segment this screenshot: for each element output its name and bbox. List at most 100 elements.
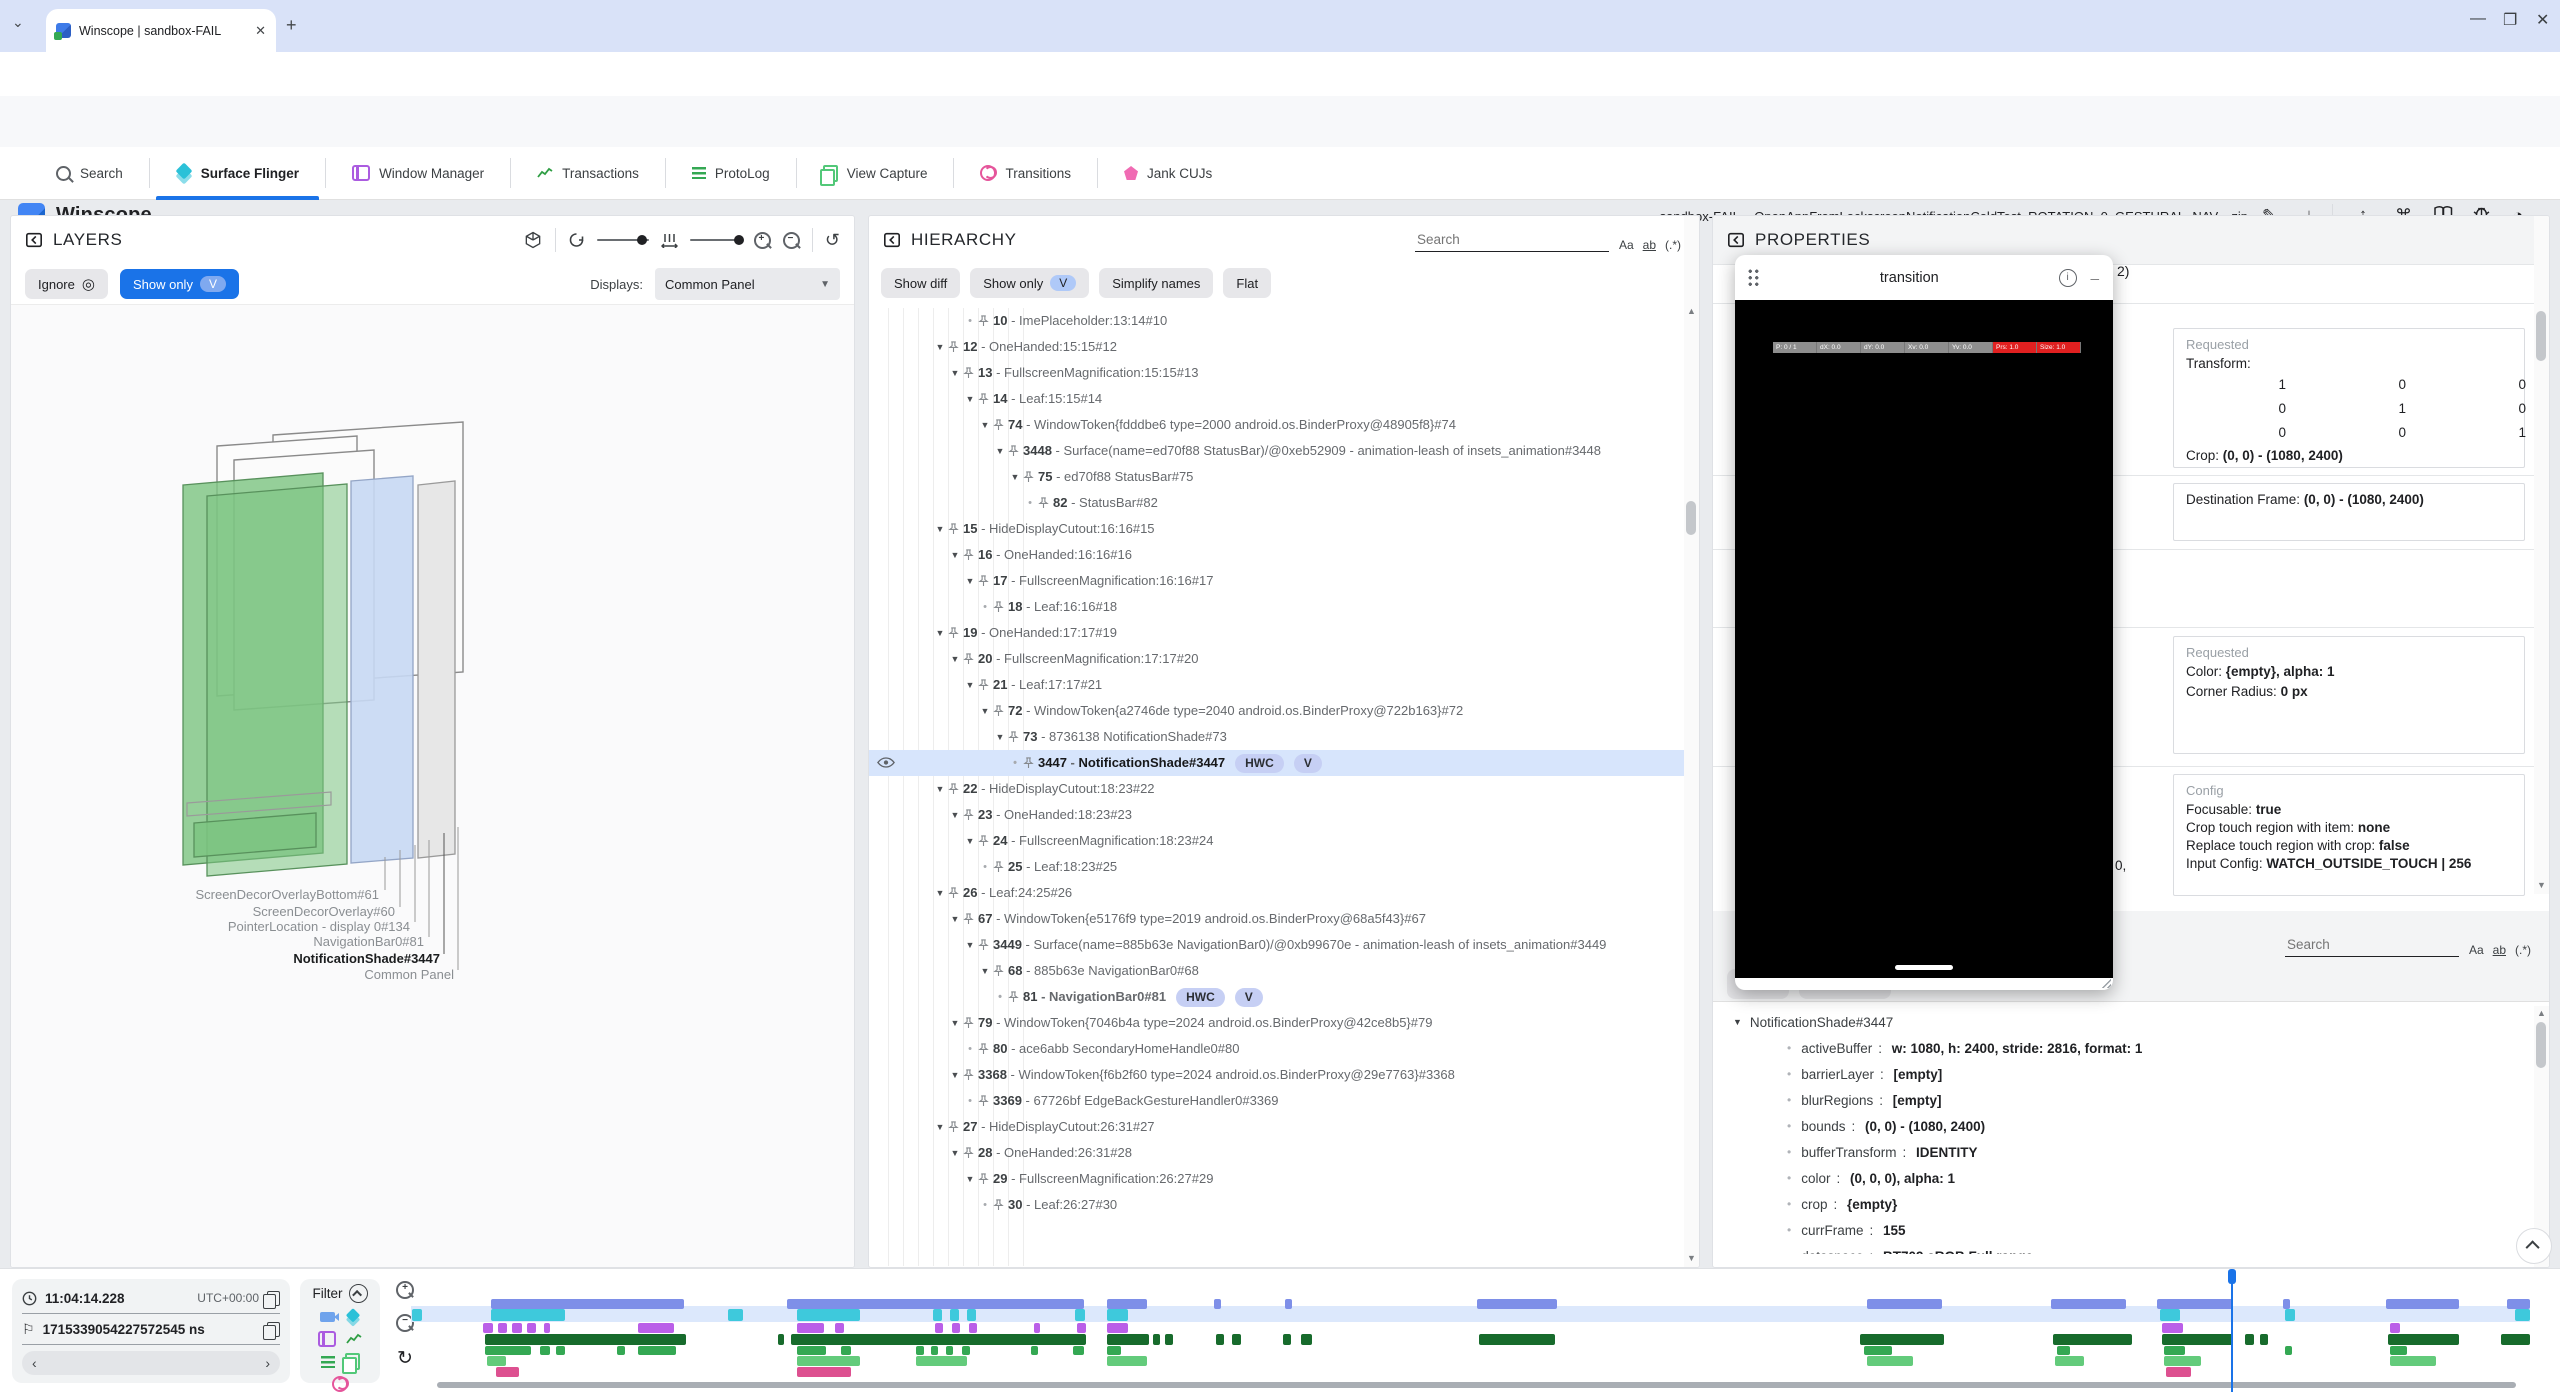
tree-node[interactable]: ▼ 16 - OneHanded:16:16#16 (869, 542, 1699, 568)
tree-node[interactable]: ▼ 3449 - Surface(name=885b63e Navigation… (869, 932, 1699, 958)
cube-3d-icon[interactable] (523, 230, 543, 250)
expand-arrow-icon[interactable]: ▼ (962, 1166, 978, 1192)
hierarchy-scrollbar[interactable]: ▲ ▼ (1684, 216, 1699, 1267)
show-only-chip[interactable]: Show onlyV (970, 268, 1089, 298)
timeline-canvas[interactable] (437, 1269, 2530, 1392)
match-word-icon[interactable]: ab (1643, 238, 1656, 252)
tree-node[interactable]: ▼ 17 - FullscreenMagnification:16:16#17 (869, 568, 1699, 594)
tab-search[interactable]: Search (30, 147, 149, 200)
show-diff-chip[interactable]: Show diff (881, 268, 960, 298)
timeline-segment[interactable] (491, 1299, 684, 1309)
timeline-segment[interactable] (933, 1309, 942, 1321)
timeline-segment[interactable] (2260, 1334, 2268, 1345)
scroll-up-icon[interactable]: ▲ (2534, 1008, 2549, 1018)
proto-property-row[interactable]: • currFrame: 155 (1713, 1217, 2549, 1243)
tree-node[interactable]: • 10 - ImePlaceholder:13:14#10 (869, 308, 1699, 334)
pin-icon[interactable] (963, 1017, 974, 1029)
expand-arrow-icon[interactable]: ▼ (932, 880, 948, 906)
tab-close-icon[interactable]: ✕ (255, 23, 266, 39)
timeline-segment[interactable] (1285, 1299, 1292, 1309)
tab-search-caret-icon[interactable]: ⌄ (12, 14, 24, 31)
minimize-window-icon[interactable]: _ (2091, 265, 2099, 282)
properties-scrollbar[interactable]: ▼ (2534, 216, 2549, 894)
timeline-segment[interactable] (2162, 1334, 2233, 1345)
timeline-segment[interactable] (841, 1346, 851, 1355)
scroll-down-icon[interactable]: ▼ (2534, 880, 2549, 890)
ns-time-row[interactable]: ⚐ 1715339054227572545 ns (22, 1314, 280, 1345)
timeline-segment[interactable] (1077, 1323, 1085, 1333)
proto-property-row[interactable]: • bufferTransform: IDENTITY (1713, 1139, 2549, 1165)
browser-tab[interactable]: Winscope | sandbox-FAIL ✕ (46, 9, 276, 52)
layer-label[interactable]: Common Panel (364, 967, 454, 982)
show-only-chip[interactable]: Show onlyV (120, 269, 239, 299)
proto-property-row[interactable]: • color: (0, 0, 0), alpha: 1 (1713, 1165, 2549, 1191)
timeline-segment[interactable] (2160, 1309, 2181, 1321)
scroll-up-icon[interactable]: ▲ (1684, 306, 1699, 316)
timeline-segment[interactable] (491, 1309, 564, 1321)
pin-icon[interactable] (978, 939, 989, 951)
pin-icon[interactable] (978, 679, 989, 691)
pin-icon[interactable] (948, 523, 959, 535)
expand-arrow-icon[interactable]: ▼ (962, 932, 978, 958)
simplify-names-chip[interactable]: Simplify names (1099, 268, 1213, 298)
timeline-segment[interactable] (1107, 1356, 1147, 1366)
zoom-in-icon[interactable]: + (754, 232, 771, 249)
timeline-segment[interactable] (1107, 1334, 1149, 1345)
tree-node[interactable]: • 3369 - 67726bf EdgeBackGestureHandler0… (869, 1088, 1699, 1114)
timeline-segment[interactable] (1165, 1334, 1172, 1345)
timeline-segment[interactable] (835, 1323, 844, 1333)
timeline-segment[interactable] (2051, 1299, 2126, 1309)
tab-protolog[interactable]: ProtoLog (666, 147, 796, 200)
pin-icon[interactable] (963, 809, 974, 821)
timeline-segment[interactable] (1216, 1334, 1224, 1345)
expand-arrow-icon[interactable]: ▼ (932, 1114, 948, 1140)
transactions-trace-icon[interactable] (346, 1333, 362, 1345)
timeline-segment[interactable] (791, 1334, 1086, 1345)
next-frame-button[interactable]: › (265, 1355, 270, 1371)
timeline-segment[interactable] (2515, 1309, 2530, 1321)
tree-node[interactable]: ▼ 75 - ed70f88 StatusBar#75 (869, 464, 1699, 490)
resize-handle-icon[interactable] (2100, 977, 2111, 988)
timeline-segment[interactable] (1867, 1299, 1942, 1309)
tree-node[interactable]: ▼ 12 - OneHanded:15:15#12 (869, 334, 1699, 360)
window-close-button[interactable]: ✕ (2536, 10, 2549, 30)
expand-arrow-icon[interactable]: ▼ (947, 1140, 963, 1166)
timeline-segment[interactable] (483, 1323, 493, 1333)
tree-node[interactable]: ▼ 23 - OneHanded:18:23#23 (869, 802, 1699, 828)
timeline-segment[interactable] (412, 1309, 422, 1321)
pin-icon[interactable] (948, 887, 959, 899)
timeline-segment[interactable] (544, 1323, 550, 1333)
pin-icon[interactable] (1023, 757, 1034, 769)
timeline-segment[interactable] (2166, 1367, 2191, 1377)
timeline-segment[interactable] (1107, 1309, 1128, 1321)
timeline-segment[interactable] (950, 1309, 959, 1321)
timeline-segment[interactable] (1107, 1346, 1122, 1355)
regex-icon[interactable]: (.*) (1665, 238, 1681, 252)
timeline-segment[interactable] (1073, 1346, 1083, 1355)
window-manager-trace-icon[interactable] (318, 1331, 336, 1347)
timeline-segment[interactable] (962, 1346, 969, 1355)
tree-node[interactable]: ▼ 15 - HideDisplayCutout:16:16#15 (869, 516, 1699, 542)
tree-node[interactable]: • 30 - Leaf:26:27#30 (869, 1192, 1699, 1218)
tree-node[interactable]: ▼ 24 - FullscreenMagnification:18:23#24 (869, 828, 1699, 854)
expand-arrow-icon[interactable]: ▼ (962, 828, 978, 854)
pin-icon[interactable] (993, 965, 1004, 977)
timeline-segment[interactable] (967, 1309, 976, 1321)
timeline-segment[interactable] (556, 1346, 564, 1355)
timeline-segment[interactable] (1860, 1334, 1944, 1345)
tree-node[interactable]: ▼ 27 - HideDisplayCutout:26:31#27 (869, 1114, 1699, 1140)
pin-icon[interactable] (963, 653, 974, 665)
proto-property-row[interactable]: • activeBuffer: w: 1080, h: 2400, stride… (1713, 1035, 2549, 1061)
proto-property-row[interactable]: • bounds: (0, 0) - (1080, 2400) (1713, 1113, 2549, 1139)
proto-property-row[interactable]: • barrierLayer: [empty] (1713, 1061, 2549, 1087)
timeline-segment[interactable] (797, 1323, 824, 1333)
tree-node[interactable]: • 81 - NavigationBar0#81 HWC V (869, 984, 1699, 1010)
timeline-segment[interactable] (485, 1346, 531, 1355)
timeline-segment[interactable] (1232, 1334, 1240, 1345)
timeline-segment[interactable] (2388, 1334, 2459, 1345)
expand-arrow-icon[interactable]: ▼ (947, 1062, 963, 1088)
protolog-trace-icon[interactable] (321, 1356, 335, 1368)
expand-arrow-icon[interactable]: ▼ (947, 1010, 963, 1036)
tab-view-capture[interactable]: View Capture (797, 147, 954, 200)
proto-property-row[interactable]: • dataspace: BT709 sRGB Full range (1713, 1243, 2549, 1254)
